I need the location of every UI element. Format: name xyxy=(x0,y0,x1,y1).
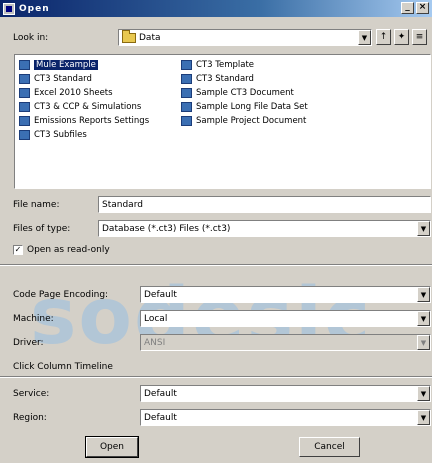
encoding-combo[interactable]: Default ▼ xyxy=(140,286,431,303)
file-icon xyxy=(19,130,30,140)
file-icon xyxy=(181,88,192,98)
file-icon xyxy=(181,116,192,126)
file-type-combo[interactable]: Database (*.ct3) Files (*.ct3) ▼ xyxy=(98,220,431,237)
list-item[interactable]: Emissions Reports Settings xyxy=(19,115,149,127)
file-icon xyxy=(181,60,192,70)
list-item[interactable]: CT3 Template xyxy=(181,59,254,71)
service-combo[interactable]: Default ▼ xyxy=(140,385,431,402)
list-item[interactable]: CT3 Standard xyxy=(19,73,92,85)
view-menu-icon[interactable]: ≡ xyxy=(412,29,427,45)
list-item[interactable]: Sample Project Document xyxy=(181,115,306,127)
machine-combo[interactable]: Local ▼ xyxy=(140,310,431,327)
title-bar[interactable]: Open _ × xyxy=(0,0,432,17)
list-item[interactable]: Excel 2010 Sheets xyxy=(19,87,113,99)
list-item[interactable]: CT3 Subfiles xyxy=(19,129,87,141)
region-value: Default xyxy=(144,412,177,423)
machine-value: Local xyxy=(144,313,168,324)
folder-icon xyxy=(122,29,136,43)
encoding-label: Code Page Encoding: xyxy=(13,290,109,300)
close-button[interactable]: × xyxy=(416,2,429,14)
read-only-checkbox[interactable]: ✓ xyxy=(13,245,23,255)
encoding-value: Default xyxy=(144,289,177,300)
list-item[interactable]: Sample Long File Data Set xyxy=(181,101,308,113)
region-label: Region: xyxy=(13,413,47,423)
file-icon xyxy=(19,60,30,70)
file-name-input[interactable]: Standard xyxy=(98,196,431,213)
look-in-combo[interactable]: Data ▼ xyxy=(118,29,372,46)
up-folder-icon[interactable]: ↑ xyxy=(376,29,391,45)
file-type-value: Database (*.ct3) Files (*.ct3) xyxy=(102,223,231,234)
chevron-down-icon[interactable]: ▼ xyxy=(417,311,430,326)
new-folder-icon[interactable]: ✦ xyxy=(394,29,409,45)
list-item[interactable]: Sample CT3 Document xyxy=(181,87,294,99)
file-icon xyxy=(19,74,30,84)
chevron-down-icon[interactable]: ▼ xyxy=(358,30,371,45)
region-combo[interactable]: Default ▼ xyxy=(140,409,431,426)
file-icon xyxy=(181,74,192,84)
chevron-down-icon[interactable]: ▼ xyxy=(417,410,430,425)
file-list[interactable]: Mule Example CT3 Standard Excel 2010 She… xyxy=(14,54,431,189)
driver-value: ANSI xyxy=(144,337,166,348)
chevron-down-icon[interactable]: ▼ xyxy=(417,221,430,236)
chevron-down-icon[interactable]: ▼ xyxy=(417,386,430,401)
file-icon xyxy=(19,102,30,112)
look-in-label: Look in: xyxy=(13,33,49,43)
list-item[interactable]: Mule Example xyxy=(19,59,98,71)
service-label: Service: xyxy=(13,389,50,399)
chevron-down-icon: ▼ xyxy=(417,335,430,350)
open-button[interactable]: Open xyxy=(85,436,139,458)
app-icon xyxy=(3,2,15,15)
divider xyxy=(0,264,432,266)
minimize-button[interactable]: _ xyxy=(401,2,414,14)
list-item[interactable]: CT3 & CCP & Simulations xyxy=(19,101,141,113)
look-in-value: Data xyxy=(139,32,161,43)
chevron-down-icon[interactable]: ▼ xyxy=(417,287,430,302)
file-name-label: File name: xyxy=(13,200,60,210)
cancel-button[interactable]: Cancel xyxy=(299,437,360,457)
machine-label: Machine: xyxy=(13,314,54,324)
file-icon xyxy=(19,116,30,126)
service-value: Default xyxy=(144,388,177,399)
file-name-value: Standard xyxy=(102,199,143,210)
driver-label: Driver: xyxy=(13,338,44,348)
read-only-label: Open as read-only xyxy=(27,245,110,255)
scheme-label: Click Column Timeline xyxy=(13,362,113,372)
file-icon xyxy=(19,88,30,98)
divider xyxy=(0,376,432,378)
driver-combo[interactable]: ANSI ▼ xyxy=(140,334,431,351)
file-type-label: Files of type: xyxy=(13,224,71,234)
list-item[interactable]: CT3 Standard xyxy=(181,73,254,85)
window-title: Open xyxy=(19,3,50,14)
file-icon xyxy=(181,102,192,112)
